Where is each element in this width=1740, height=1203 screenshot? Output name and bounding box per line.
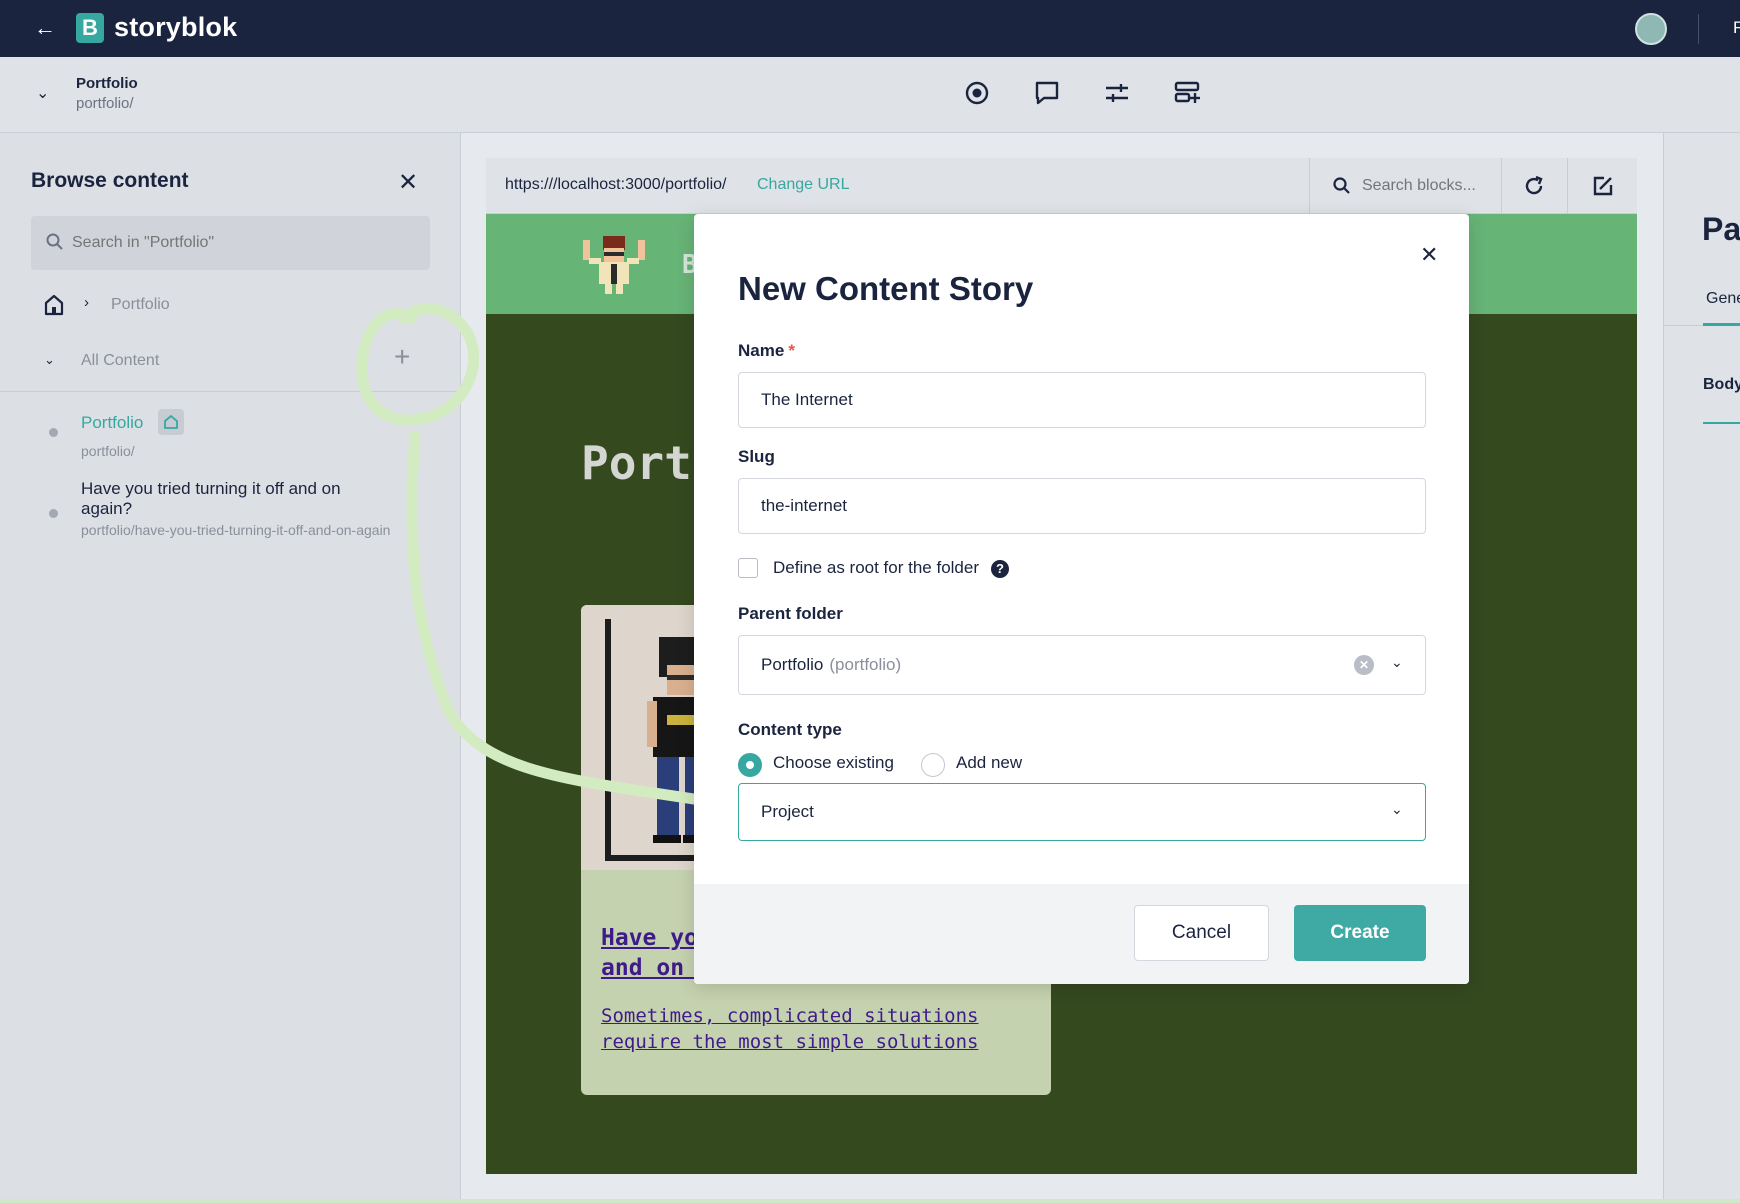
user-name[interactable]: F [1733, 18, 1740, 38]
tree-item-title: Portfolio [81, 413, 144, 432]
new-content-story-dialog: ✕ New Content Story Name* Slug Define as… [694, 214, 1469, 984]
brand-name: storyblok [114, 12, 238, 42]
refresh-icon[interactable] [1522, 174, 1546, 198]
create-button[interactable]: Create [1294, 905, 1426, 961]
chevron-right-icon: › [84, 294, 89, 311]
dialog-title: New Content Story [738, 270, 1034, 307]
content-type-select[interactable]: Project ⌄ [738, 783, 1426, 841]
add-content-button[interactable]: + [394, 341, 410, 373]
cancel-button[interactable]: Cancel [1134, 905, 1269, 961]
back-arrow-icon[interactable]: ← [34, 16, 58, 40]
browse-content-panel: Browse content ✕ › Portfolio ⌄ All Conte… [0, 133, 461, 1203]
section-label: All Content [81, 352, 160, 369]
parent-folder-value: Portfolio (portfolio) [761, 655, 902, 674]
status-line [0, 1199, 1740, 1203]
slug-label: Slug [738, 447, 775, 466]
add-new-label[interactable]: Add new [956, 753, 1022, 773]
search-icon [1333, 177, 1350, 194]
block-search[interactable] [1309, 158, 1502, 214]
choose-existing-radio[interactable] [738, 753, 762, 777]
panel-title: Pa [1702, 211, 1740, 247]
tree-item-title: Have you tried turning it off and on aga… [81, 479, 341, 518]
home-badge-icon [158, 409, 184, 435]
name-field[interactable] [738, 372, 1426, 428]
blocks-add-icon[interactable] [1172, 78, 1202, 108]
tree-dot [49, 428, 58, 437]
user-avatar[interactable] [1635, 13, 1667, 45]
clear-icon[interactable]: ✕ [1354, 655, 1374, 675]
field-underline [1703, 422, 1740, 424]
content-search[interactable] [31, 216, 430, 270]
parent-folder-label: Parent folder [738, 604, 843, 623]
close-icon[interactable]: ✕ [398, 168, 418, 197]
sliders-icon[interactable] [1102, 78, 1132, 108]
divider [1567, 158, 1568, 214]
tree-item-slug: portfolio/have-you-tried-turning-it-off-… [81, 522, 391, 538]
chevron-down-icon: ⌄ [1391, 801, 1403, 817]
top-navbar: ← B storyblok F [0, 0, 1740, 57]
content-search-input[interactable] [72, 216, 412, 270]
panel-title: Browse content [31, 169, 189, 192]
root-folder-checkbox[interactable] [738, 558, 758, 578]
block-search-input[interactable] [1362, 158, 1497, 214]
target-icon[interactable] [962, 78, 992, 108]
chevron-down-icon: ⌄ [1391, 654, 1403, 670]
parent-folder-select[interactable]: Portfolio (portfolio) ✕ ⌄ [738, 635, 1426, 695]
divider [0, 391, 461, 392]
content-type-value: Project [761, 802, 814, 821]
tree-dot [49, 509, 58, 518]
content-editor-panel: Pa Gene Body [1663, 133, 1740, 1203]
project-card-description[interactable]: Sometimes, complicated situations requir… [601, 1003, 1031, 1055]
story-slug: portfolio/ [76, 95, 134, 112]
content-type-label: Content type [738, 720, 842, 739]
tab-general[interactable]: Gene [1706, 290, 1740, 308]
breadcrumb-item[interactable]: Portfolio [111, 296, 170, 314]
choose-existing-label[interactable]: Choose existing [773, 753, 894, 773]
add-new-radio[interactable] [921, 753, 945, 777]
slug-input[interactable] [739, 479, 1425, 533]
chevron-down-icon: ⌄ [44, 352, 55, 367]
change-url-link[interactable]: Change URL [757, 176, 850, 194]
navbar-divider [1698, 14, 1699, 44]
slug-field[interactable] [738, 478, 1426, 534]
help-icon[interactable]: ? [991, 560, 1009, 578]
preview-url-bar: https:///localhost:3000/portfolio/ Chang… [486, 158, 1637, 214]
name-label: Name * [738, 341, 795, 360]
search-icon [46, 233, 63, 250]
story-toolbar: ⌄ Portfolio portfolio/ [0, 57, 1740, 133]
dialog-footer: Cancel Create [694, 884, 1469, 984]
home-icon[interactable] [42, 293, 66, 317]
site-logo-icon [583, 236, 645, 294]
open-external-icon[interactable] [1591, 174, 1615, 198]
active-tab-indicator [1703, 323, 1740, 326]
comment-icon[interactable] [1032, 78, 1062, 108]
preview-url: https:///localhost:3000/portfolio/ [505, 176, 727, 193]
story-title: Portfolio [76, 75, 138, 92]
storyblok-logo-icon: B [76, 13, 104, 43]
close-icon[interactable]: ✕ [1420, 242, 1438, 268]
field-label-body: Body [1703, 376, 1740, 393]
name-input[interactable] [739, 373, 1425, 427]
root-folder-label: Define as root for the folder [773, 558, 980, 577]
required-marker: * [788, 341, 795, 360]
chevron-down-icon[interactable]: ⌄ [36, 83, 49, 103]
tree-item-slug: portfolio/ [81, 443, 135, 459]
